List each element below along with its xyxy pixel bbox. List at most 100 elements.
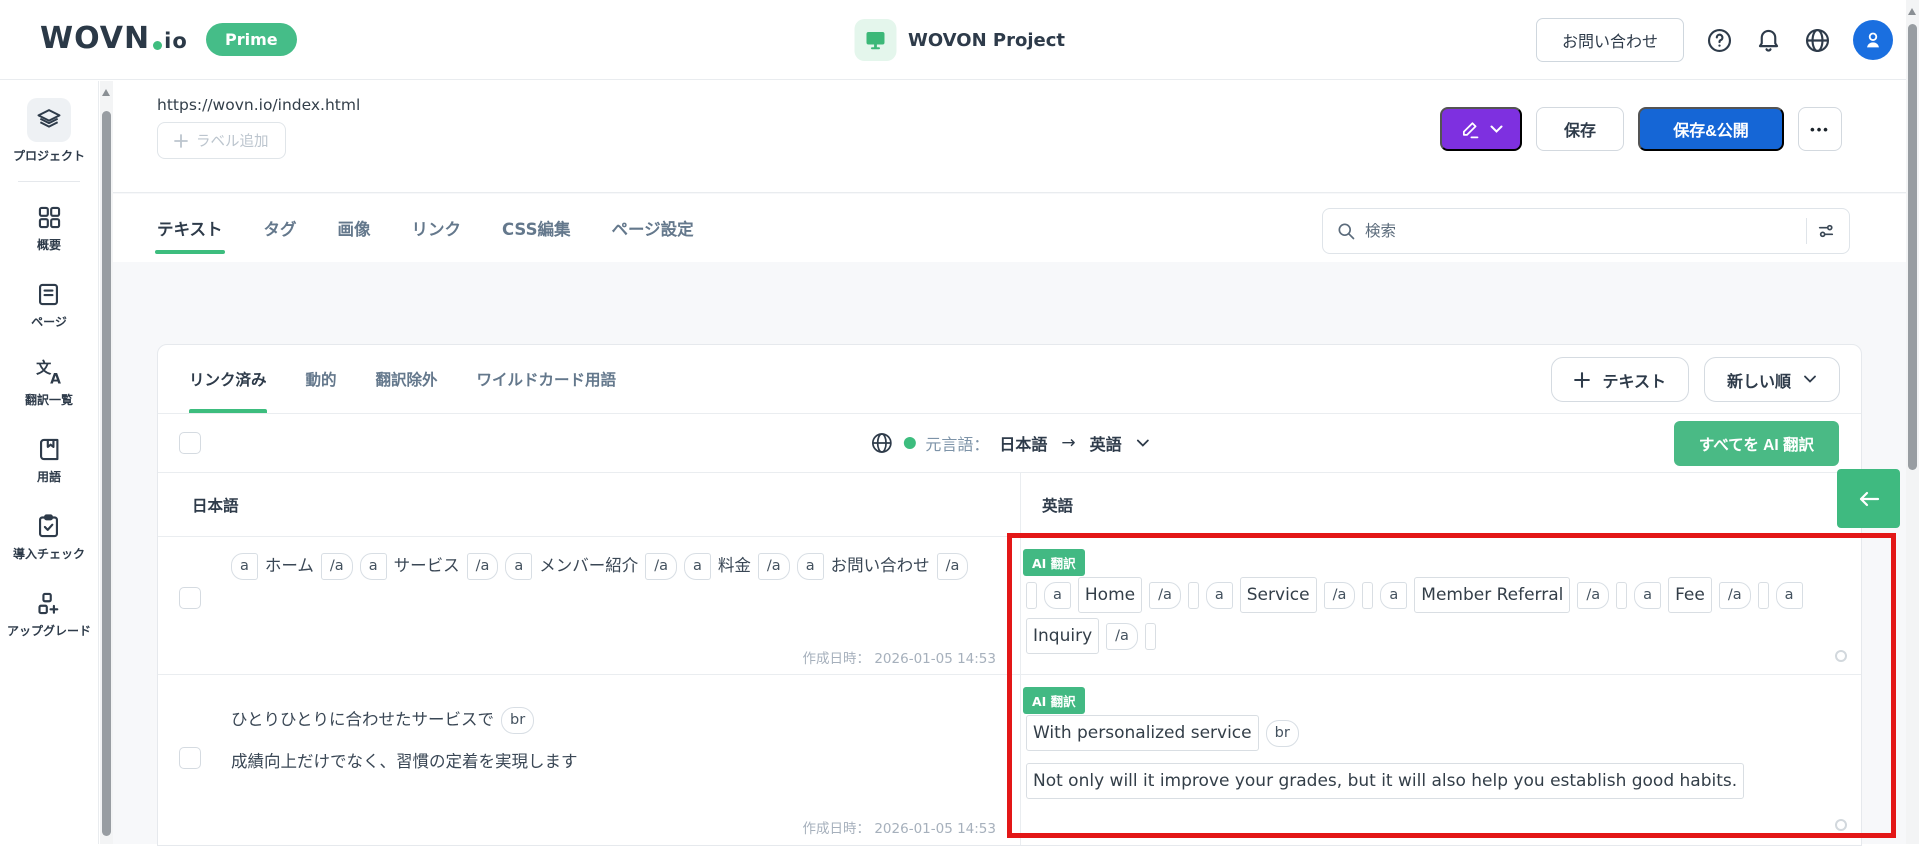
tab-text[interactable]: テキスト [157,194,223,262]
scrollbar-thumb[interactable] [1908,24,1917,470]
inline-tag-end-a: /a [467,553,499,580]
tab-css-edit[interactable]: CSS編集 [502,194,570,262]
status-dot [903,437,915,449]
inline-tag-a: a [360,553,387,580]
top-header: WOVN io Prime WOVON Project お問い合わせ [0,0,1919,80]
project-monitor-icon [854,19,896,61]
arrow-left-icon [1857,490,1881,508]
prime-badge: Prime [206,23,297,56]
subtab-linked[interactable]: リンク済み [189,345,267,413]
page-icon [35,281,62,308]
source-cell: aホーム/aaサービス/aaメンバー紹介/aa料金/aaお問い合わせ/a作成日時… [158,537,1021,674]
line-break [1026,756,1821,758]
inline-tag-a: a [505,553,532,580]
target-column-header: 英語 [1021,473,1861,536]
row-status-circle[interactable] [1835,650,1847,662]
translation-text-field[interactable]: Home [1078,577,1142,613]
inline-tag-br: br [1266,720,1299,747]
empty-translation-field[interactable] [1145,623,1156,650]
inline-tag-end-a: /a [758,553,790,580]
svg-text:A: A [50,372,61,386]
empty-translation-field[interactable] [1188,582,1199,609]
sidebar-item-setup-check[interactable]: 導入チェック [13,513,85,562]
empty-translation-field[interactable] [1616,582,1627,609]
translation-text-field[interactable]: Fee [1668,577,1712,613]
pen-icon [1460,119,1481,140]
save-publish-button[interactable]: 保存&公開 [1638,107,1784,151]
translation-text-field[interactable]: Not only will it improve your grades, bu… [1026,763,1744,799]
source-text: ホーム [265,551,314,581]
subtab-wildcard-glossary[interactable]: ワイルドカード用語 [477,345,617,413]
add-text-button[interactable]: テキスト [1551,357,1689,402]
tab-links[interactable]: リンク [412,194,462,262]
language-globe-icon[interactable] [1804,27,1831,54]
translation-text-field[interactable]: Member Referral [1414,577,1570,613]
user-avatar[interactable] [1853,20,1893,60]
notifications-bell-icon[interactable] [1755,27,1782,54]
logo-dot-icon [153,41,162,50]
text-row: aホーム/aaサービス/aaメンバー紹介/aa料金/aaお問い合わせ/a作成日時… [158,537,1861,675]
sidebar-item-project[interactable]: プロジェクト [13,98,85,164]
filter-icon[interactable] [1816,221,1836,241]
translation-text-field[interactable]: Inquiry [1026,618,1099,654]
plus-icon [174,134,188,148]
scroll-up-arrow[interactable] [1908,8,1916,15]
inline-tag-a: a [1044,582,1071,609]
scrollbar-thumb[interactable] [102,111,111,836]
empty-translation-field[interactable] [1026,582,1037,609]
translation-text-field[interactable]: Service [1240,577,1317,613]
add-label-button[interactable]: ラベル追加 [157,122,286,159]
save-button[interactable]: 保存 [1536,107,1624,151]
arrow-right-icon: → [1061,433,1075,453]
source-language-label: 元言語： [925,431,989,455]
scroll-up-arrow[interactable] [102,89,110,96]
search-input[interactable] [1365,222,1797,240]
wovn-logo[interactable]: WOVN io [40,22,188,56]
sidebar-item-pages[interactable]: ページ [31,281,67,330]
content-scrollbar[interactable] [100,81,113,844]
source-text: 成績向上だけでなく、習慣の定着を実現します [231,747,578,777]
logo-text: WOVN [40,22,150,56]
translate-all-button[interactable]: すべてを AI 翻訳 [1674,421,1839,466]
sidebar-item-translations[interactable]: 文 A 翻訳一覧 [25,358,73,408]
sidebar-item-label: 概要 [37,238,61,253]
inline-tag-end-a: /a [1577,582,1609,609]
edit-mode-button[interactable] [1440,107,1522,151]
more-options-button[interactable]: ••• [1798,107,1842,151]
chevron-down-icon [1490,125,1503,134]
language-pair[interactable]: 元言語： 日本語 → 英語 [869,414,1149,472]
row-checkbox[interactable] [179,747,201,769]
help-icon[interactable] [1706,27,1733,54]
row-checkbox[interactable] [179,587,201,609]
text-row: ひとりひとりに合わせたサービスでbr成績向上だけでなく、習慣の定着を実現します作… [158,675,1861,845]
translation-text-field[interactable]: With personalized service [1026,715,1259,751]
chevron-down-icon[interactable] [1136,439,1150,448]
sort-order-dropdown[interactable]: 新しい順 [1704,357,1840,402]
empty-translation-field[interactable] [1362,582,1373,609]
search-box[interactable] [1322,208,1850,254]
page-scrollbar[interactable] [1906,0,1919,844]
sidebar-item-overview[interactable]: 概要 [36,204,63,253]
contact-button[interactable]: お問い合わせ [1536,18,1684,62]
tab-tags[interactable]: タグ [264,194,297,262]
empty-translation-field[interactable] [1758,582,1769,609]
row-status-circle[interactable] [1835,819,1847,831]
subtab-excluded[interactable]: 翻訳除外 [376,345,438,413]
inline-tag-end-a: /a [645,553,677,580]
project-switcher[interactable]: WOVON Project [854,0,1065,80]
sidebar-item-upgrade[interactable]: アップグレード [7,590,91,639]
tab-images[interactable]: 画像 [338,194,371,262]
inline-tag-end-a: /a [1719,582,1751,609]
sidebar-item-glossary[interactable]: 用語 [36,436,63,485]
source-cell: ひとりひとりに合わせたサービスでbr成績向上だけでなく、習慣の定着を実現します作… [158,675,1021,845]
inline-tag-a: a [797,553,824,580]
collapse-panel-button[interactable] [1837,469,1900,528]
tab-page-settings[interactable]: ページ設定 [611,194,693,262]
subtab-dynamic[interactable]: 動的 [306,345,337,413]
inline-tag-a: a [1634,582,1661,609]
sidebar-item-label: ページ [31,315,67,330]
text-list-card: リンク済み 動的 翻訳除外 ワイルドカード用語 テキスト 新しい順 [157,344,1862,846]
sidebar-nav: プロジェクト 概要 ページ 文 A 翻訳一覧 [0,81,99,844]
select-all-checkbox[interactable] [179,432,201,454]
sidebar-divider [18,181,80,182]
